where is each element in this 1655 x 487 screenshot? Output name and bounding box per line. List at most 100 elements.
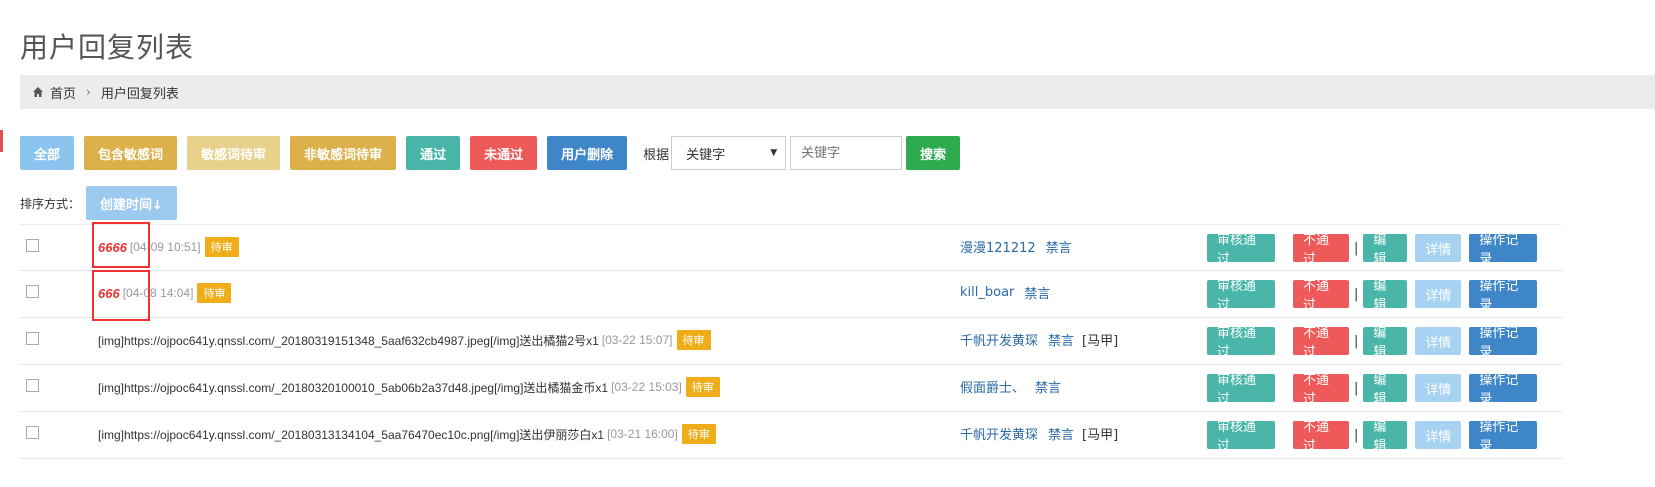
user-tag: [马甲]	[1082, 428, 1119, 443]
list-item: 666 [04-08 14:04] 待审 kill_boar 禁言 审核通过 不…	[20, 271, 1562, 318]
username-link[interactable]: 千帆开发黄琛	[960, 330, 1038, 349]
row-actions: 审核通过 不通过 | 编辑 详情 操作记录	[1207, 326, 1538, 360]
approve-button[interactable]: 审核通过	[1207, 326, 1275, 360]
list-item: [img]https://ojpoc641y.qnssl.com/_201803…	[20, 412, 1562, 459]
filter-not-passed-button[interactable]: 未通过	[470, 136, 538, 170]
breadcrumb: 首页 › 用户回复列表	[20, 75, 1655, 109]
reply-text: [img]https://ojpoc641y.qnssl.com/_201803…	[98, 427, 605, 442]
username-link[interactable]: kill_boar	[960, 285, 1014, 300]
action-separator: |	[1354, 427, 1359, 443]
edit-button[interactable]: 编辑	[1363, 326, 1408, 360]
filter-non-sensitive-pending-button[interactable]: 非敏感词待审	[290, 136, 397, 170]
status-badge: 待审	[676, 330, 711, 350]
row-checkbox[interactable]	[26, 426, 39, 439]
status-badge: 待审	[681, 424, 716, 444]
row-actions: 审核通过 不通过 | 编辑 详情 操作记录	[1207, 420, 1538, 454]
filter-contains-sensitive-button[interactable]: 包含敏感词	[84, 136, 178, 170]
operation-log-button[interactable]: 操作记录	[1469, 279, 1538, 313]
sort-row: 排序方式： 创建时间↓	[20, 186, 177, 220]
edit-button[interactable]: 编辑	[1363, 279, 1408, 313]
reply-user: 假面爵士、 禁言	[960, 377, 1069, 396]
action-separator: |	[1354, 286, 1359, 302]
approve-button[interactable]: 审核通过	[1207, 279, 1275, 313]
reply-text: [img]https://ojpoc641y.qnssl.com/_201803…	[98, 333, 599, 348]
caret-down-icon: ▼	[770, 148, 778, 158]
chevron-right-icon: ›	[86, 85, 91, 99]
action-separator: |	[1354, 380, 1359, 396]
reject-button[interactable]: 不通过	[1293, 279, 1349, 313]
reject-button[interactable]: 不通过	[1293, 326, 1349, 360]
ban-link[interactable]: 禁言	[1048, 424, 1074, 443]
reject-button[interactable]: 不通过	[1293, 233, 1349, 267]
operation-log-button[interactable]: 操作记录	[1469, 326, 1538, 360]
approve-button[interactable]: 审核通过	[1207, 373, 1275, 407]
breadcrumb-home[interactable]: 首页	[50, 83, 76, 102]
reply-content: [img]https://ojpoc641y.qnssl.com/_201803…	[98, 377, 720, 397]
row-checkbox[interactable]	[26, 285, 39, 298]
row-checkbox[interactable]	[26, 379, 39, 392]
edit-button[interactable]: 编辑	[1363, 420, 1408, 454]
detail-button[interactable]: 详情	[1415, 234, 1462, 262]
username-link[interactable]: 千帆开发黄琛	[960, 424, 1038, 443]
row-actions: 审核通过 不通过 | 编辑 详情 操作记录	[1207, 279, 1538, 313]
reply-user: kill_boar 禁言	[960, 283, 1058, 302]
row-checkbox[interactable]	[26, 239, 39, 252]
status-badge: 待审	[204, 237, 239, 257]
detail-button[interactable]: 详情	[1415, 327, 1462, 355]
operation-log-button[interactable]: 操作记录	[1469, 373, 1538, 407]
edit-button[interactable]: 编辑	[1363, 233, 1408, 267]
list-item: [img]https://ojpoc641y.qnssl.com/_201803…	[20, 365, 1562, 412]
ban-link[interactable]: 禁言	[1046, 237, 1072, 256]
ban-link[interactable]: 禁言	[1024, 283, 1050, 302]
username-link[interactable]: 假面爵士、	[960, 377, 1025, 396]
action-separator: |	[1354, 333, 1359, 349]
reject-button[interactable]: 不通过	[1293, 420, 1349, 454]
detail-button[interactable]: 详情	[1415, 280, 1462, 308]
search-field-select[interactable]: 关键字 ▼	[671, 136, 787, 170]
action-separator: |	[1354, 240, 1359, 256]
reply-user: 千帆开发黄琛 禁言 [马甲]	[960, 330, 1118, 349]
status-badge: 待审	[197, 283, 232, 303]
row-checkbox[interactable]	[26, 332, 39, 345]
filter-bar: 全部 包含敏感词 敏感词待审 非敏感词待审 通过 未通过 用户删除 根据 关键字…	[20, 136, 970, 170]
filter-all-button[interactable]: 全部	[20, 136, 75, 170]
search-by-label: 根据	[643, 147, 670, 163]
home-icon	[33, 87, 43, 97]
search-field-selected: 关键字	[686, 147, 726, 163]
filter-user-deleted-button[interactable]: 用户删除	[547, 136, 628, 170]
approve-button[interactable]: 审核通过	[1207, 420, 1275, 454]
user-tag: [马甲]	[1082, 334, 1119, 349]
highlight-box	[92, 270, 150, 321]
ban-link[interactable]: 禁言	[1048, 330, 1074, 349]
row-actions: 审核通过 不通过 | 编辑 详情 操作记录	[1207, 373, 1538, 407]
edit-button[interactable]: 编辑	[1363, 373, 1408, 407]
row-actions: 审核通过 不通过 | 编辑 详情 操作记录	[1207, 233, 1538, 267]
reply-time: [03-22 15:03]	[611, 380, 682, 394]
filter-sensitive-pending-button[interactable]: 敏感词待审	[187, 136, 281, 170]
approve-button[interactable]: 审核通过	[1207, 233, 1275, 267]
status-badge: 待审	[685, 377, 720, 397]
reply-time: [03-21 16:00]	[607, 427, 678, 441]
left-edge-marker	[0, 130, 3, 152]
filter-passed-button[interactable]: 通过	[406, 136, 461, 170]
sort-by-created-time-button[interactable]: 创建时间↓	[86, 186, 177, 220]
reply-time: [03-22 15:07]	[601, 333, 673, 347]
operation-log-button[interactable]: 操作记录	[1469, 233, 1538, 267]
reply-text: [img]https://ojpoc641y.qnssl.com/_201803…	[98, 380, 609, 395]
reply-content: [img]https://ojpoc641y.qnssl.com/_201803…	[98, 424, 716, 444]
ban-link[interactable]: 禁言	[1035, 377, 1061, 396]
reply-content: [img]https://ojpoc641y.qnssl.com/_201803…	[98, 330, 711, 350]
list-item: [img]https://ojpoc641y.qnssl.com/_201803…	[20, 318, 1562, 365]
list-item: 6666 [04-09 10:51] 待审 漫漫121212 禁言 审核通过 不…	[20, 224, 1562, 271]
detail-button[interactable]: 详情	[1415, 374, 1462, 402]
operation-log-button[interactable]: 操作记录	[1469, 420, 1538, 454]
username-link[interactable]: 漫漫121212	[960, 237, 1036, 256]
reply-list: 6666 [04-09 10:51] 待审 漫漫121212 禁言 审核通过 不…	[20, 224, 1562, 459]
reply-user: 千帆开发黄琛 禁言 [马甲]	[960, 424, 1118, 443]
search-button[interactable]: 搜索	[906, 136, 961, 170]
breadcrumb-current: 用户回复列表	[100, 86, 179, 102]
reject-button[interactable]: 不通过	[1293, 373, 1349, 407]
detail-button[interactable]: 详情	[1415, 421, 1462, 449]
keyword-input[interactable]	[790, 136, 903, 170]
page-title: 用户回复列表	[20, 31, 195, 64]
